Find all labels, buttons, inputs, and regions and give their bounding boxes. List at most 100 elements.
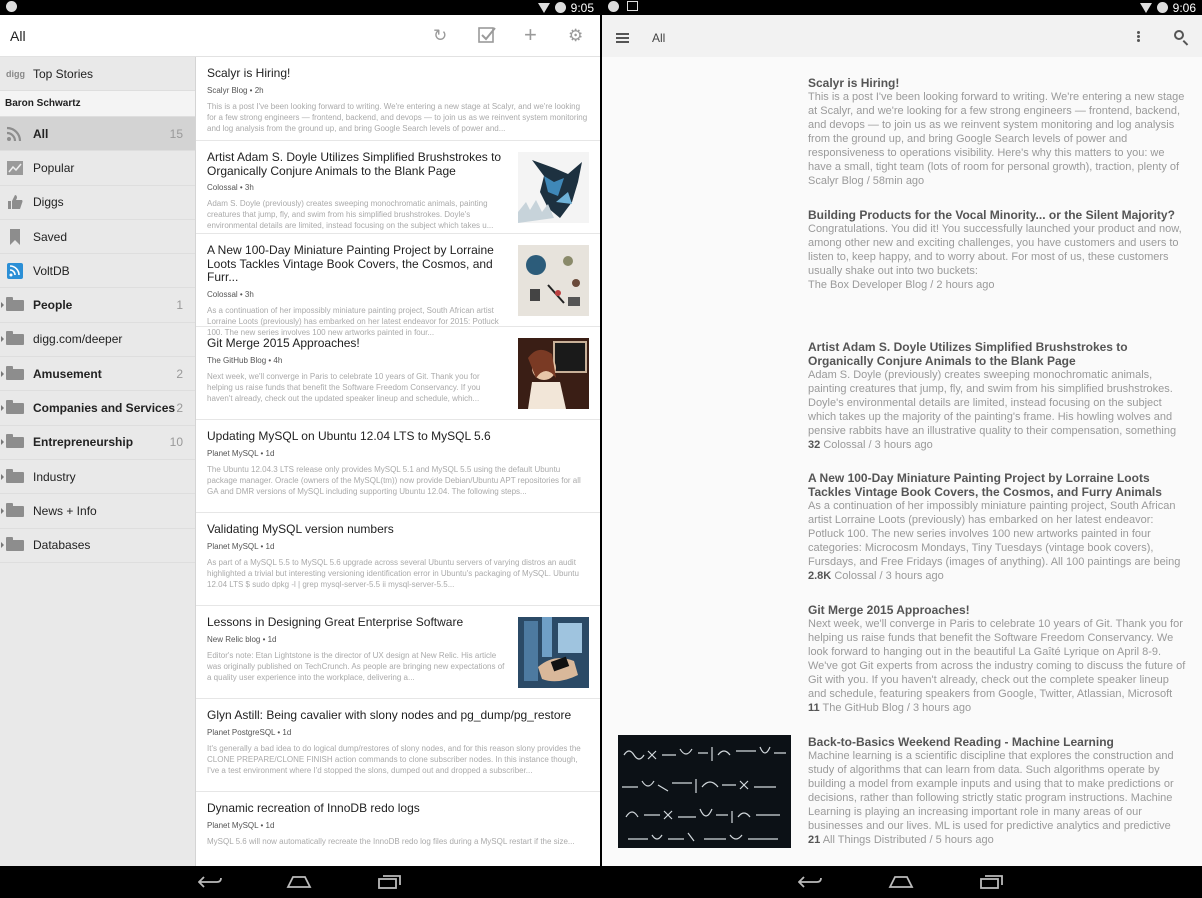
article-body: As a continuation of her impossibly mini…	[808, 500, 1181, 568]
article-source: The GitHub Blog / 3 hours ago	[822, 702, 972, 714]
rss-icon	[6, 126, 24, 142]
feed-item-title: Updating MySQL on Ubuntu 12.04 LTS to My…	[207, 429, 491, 443]
feed-item[interactable]: Updating MySQL on Ubuntu 12.04 LTS to My…	[196, 420, 600, 513]
feed-item-thumbnail	[518, 617, 589, 688]
menu-icon[interactable]	[616, 33, 629, 45]
article-source: The Box Developer Blog / 2 hours ago	[808, 279, 995, 291]
article-card[interactable]: Artist Adam S. Doyle Utilizes Simplified…	[808, 340, 1188, 452]
left-screen: 9:05 All ↻ + ⚙ digg Top Stories Baron Sc…	[0, 0, 600, 898]
check-box-icon[interactable]	[478, 26, 496, 49]
sidebar-item-label: Industry	[33, 469, 76, 484]
toolbar-title: All	[10, 28, 26, 44]
top-toolbar: All ↻ + ⚙	[0, 15, 600, 57]
expand-caret-icon[interactable]	[1, 370, 4, 377]
article-body: Next week, we'll converge in Paris to ce…	[808, 618, 1186, 700]
article-card[interactable]: A New 100-Day Miniature Painting Project…	[808, 471, 1188, 583]
sidebar-item-label: Companies and Services	[33, 401, 176, 416]
overflow-menu-icon[interactable]	[1137, 31, 1140, 43]
article-meta: 21 All Things Distributed / 5 hours ago	[808, 833, 1188, 847]
sidebar-item-industry[interactable]: Industry	[0, 460, 195, 495]
sidebar-item-popular[interactable]: Popular	[0, 151, 195, 186]
sidebar-item-top-stories[interactable]: digg Top Stories	[0, 57, 195, 91]
expand-caret-icon[interactable]	[1, 439, 4, 446]
feed-item-title: A New 100-Day Miniature Painting Project…	[207, 243, 494, 284]
expand-caret-icon[interactable]	[1, 336, 4, 343]
notification-icon	[608, 1, 619, 12]
folder-icon	[6, 331, 24, 347]
sidebar-item-voltdb[interactable]: VoltDB	[0, 254, 195, 289]
feed-item[interactable]: Dynamic recreation of InnoDB redo logs Pl…	[196, 792, 600, 866]
home-icon[interactable]	[286, 875, 312, 894]
expand-caret-icon[interactable]	[1, 542, 4, 549]
back-icon[interactable]	[797, 875, 822, 894]
thumbs-up-icon	[6, 194, 24, 210]
sidebar-item-diggs[interactable]: Diggs	[0, 186, 195, 220]
feed-list[interactable]: Scalyr is Hiring! Scalyr Blog • 2h This is…	[196, 57, 600, 866]
sidebar-item-label: VoltDB	[33, 263, 70, 278]
feed-item-snippet: Editor's note: Etan Lightstone is the di…	[207, 650, 505, 682]
wifi-icon	[1139, 2, 1152, 13]
article-body: Machine learning is a scientific discipl…	[808, 750, 1174, 832]
home-icon[interactable]	[888, 875, 914, 894]
sidebar-item-label: Entrepreneurship	[33, 435, 134, 450]
article-card[interactable]: Back-to-Basics Weekend Reading - Machine…	[808, 735, 1188, 847]
sidebar-item-amusement[interactable]: Amusement 2	[0, 357, 195, 392]
share-count: 21	[808, 834, 821, 846]
feed-item[interactable]: A New 100-Day Miniature Painting Project…	[196, 234, 600, 337]
article-card[interactable]: Git Merge 2015 Approaches! Next week, we'…	[808, 603, 1188, 715]
expand-caret-icon[interactable]	[1, 507, 4, 514]
settings-icon[interactable]: ⚙	[568, 26, 583, 46]
article-card[interactable]: Building Products for the Vocal Minority…	[808, 208, 1188, 292]
feed-item[interactable]: Git Merge 2015 Approaches! The GitHub Blo…	[196, 327, 600, 420]
feed-item[interactable]: Scalyr is Hiring! Scalyr Blog • 2h This is…	[196, 57, 600, 141]
status-bar: 9:05	[0, 0, 600, 15]
sidebar-item-people[interactable]: People 1	[0, 288, 195, 323]
notification-icon	[6, 1, 17, 12]
sidebar-item-entrepreneurship[interactable]: Entrepreneurship 10	[0, 426, 195, 460]
expand-caret-icon[interactable]	[1, 405, 4, 412]
feed-item-meta: New Relic blog • 1d	[207, 634, 277, 644]
search-icon[interactable]	[1174, 30, 1184, 40]
top-toolbar: All	[602, 15, 1202, 57]
user-name: Baron Schwartz	[0, 91, 195, 117]
sidebar-item-label: Saved	[33, 229, 68, 244]
back-icon[interactable]	[197, 875, 222, 894]
feed-item-meta: Scalyr Blog • 2h	[207, 85, 264, 95]
feed-item-snippet: This is a post I've been looking forward…	[207, 101, 588, 133]
recents-icon[interactable]	[378, 875, 402, 894]
article-body: Congratulations. You did it! You success…	[808, 223, 1182, 277]
unread-count: 2	[176, 366, 183, 381]
sidebar-item-databases[interactable]: Databases	[0, 529, 195, 563]
sidebar-item-saved[interactable]: Saved	[0, 220, 195, 255]
feed-item[interactable]: Validating MySQL version numbers Planet M…	[196, 513, 600, 606]
feed-item-thumbnail	[518, 152, 589, 223]
article-thumbnail[interactable]	[618, 735, 791, 848]
feed-item-snippet: It's generally a bad idea to do logical …	[207, 743, 581, 775]
unread-count: 1	[176, 298, 183, 313]
article-body: This is a post I've been looking forward…	[808, 91, 1185, 173]
sidebar-item-digg-com-deeper[interactable]: digg.com/deeper	[0, 323, 195, 358]
folder-icon	[6, 537, 24, 553]
refresh-icon[interactable]: ↻	[433, 26, 447, 46]
sidebar-item-all[interactable]: All 15	[0, 117, 195, 152]
status-time: 9:06	[1172, 0, 1196, 15]
expand-caret-icon[interactable]	[1, 473, 4, 480]
feed-item-title: Scalyr is Hiring!	[207, 66, 291, 80]
feed-item-snippet: MySQL 5.6 will now automatically recreat…	[207, 836, 575, 846]
expand-caret-icon[interactable]	[1, 302, 4, 309]
feed-item[interactable]: Artist Adam S. Doyle Utilizes Simplified…	[196, 141, 600, 234]
sidebar-item-news-info[interactable]: News + Info	[0, 494, 195, 529]
folder-icon	[6, 365, 24, 382]
article-meta: 32 Colossal / 3 hours ago	[808, 438, 1188, 452]
toolbar-title: All	[652, 31, 666, 45]
feed-item[interactable]: Lessons in Designing Great Enterprise So…	[196, 606, 600, 699]
feed-item[interactable]: Glyn Astill: Being cavalier with slony n…	[196, 699, 600, 792]
article-card[interactable]: Scalyr is Hiring! This is a post I've bee…	[808, 76, 1188, 188]
feed-item-snippet: The Ubuntu 12.04.3 LTS release only prov…	[207, 464, 581, 496]
feed-item-title: Artist Adam S. Doyle Utilizes Simplified…	[207, 150, 502, 178]
add-icon[interactable]: +	[524, 22, 537, 48]
sidebar-item-companies-and-services[interactable]: Companies and Services 2	[0, 391, 195, 426]
article-meta: Scalyr Blog / 58min ago	[808, 174, 1188, 188]
folder-icon	[6, 502, 24, 519]
recents-icon[interactable]	[980, 875, 1004, 894]
